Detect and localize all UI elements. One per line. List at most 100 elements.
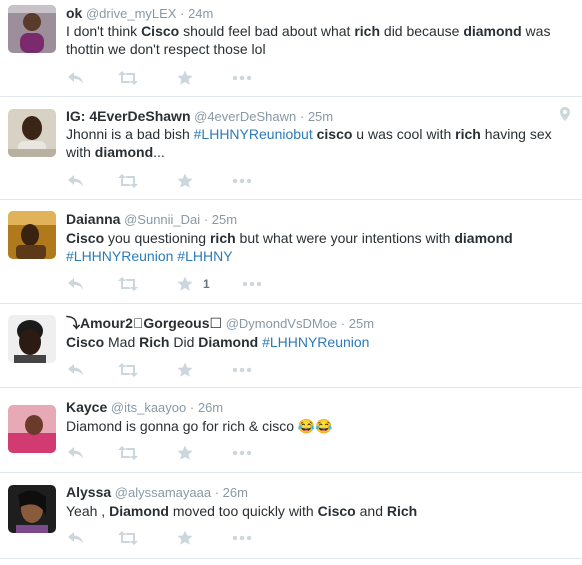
hashtag-link[interactable]: #LHHNYReuniobut: [194, 126, 313, 142]
tweet-header: ⤵Amour2⃣Gorgeous☐ @DymondVsDMoe · 25m: [66, 314, 374, 333]
reply-button[interactable]: [68, 444, 84, 462]
display-name[interactable]: ok: [66, 5, 82, 21]
user-handle[interactable]: @drive_myLEX: [86, 6, 177, 21]
highlight-term: rich: [354, 23, 381, 39]
tweet-header: IG: 4EverDeShawn @4everDeShawn · 25m: [66, 107, 333, 126]
text-run: and: [355, 503, 387, 519]
hashtag-link[interactable]: #LHHNYReunion: [262, 334, 369, 350]
retweet-icon: [118, 363, 138, 377]
retweet-button[interactable]: [118, 444, 138, 462]
tweet[interactable]: Alyssa @alyssamayaaa · 26m Yeah , Diamon…: [0, 473, 582, 559]
separator-dot: ·: [214, 485, 220, 500]
avatar[interactable]: [8, 109, 56, 157]
reply-icon: [68, 531, 84, 545]
tweet[interactable]: ok @drive_myLEX · 24m I don't think Cisc…: [0, 0, 582, 97]
more-dots-icon: [232, 367, 252, 373]
text-run: did because: [380, 23, 464, 39]
display-name[interactable]: Daianna: [66, 211, 120, 227]
user-handle[interactable]: @DymondVsDMoe: [226, 316, 337, 331]
tweet-text: I don't think Cisco should feel bad abou…: [66, 22, 571, 58]
reply-icon: [68, 174, 84, 188]
avatar[interactable]: [8, 485, 56, 533]
tweet-header: Alyssa @alyssamayaaa · 26m: [66, 483, 248, 502]
retweet-icon: [118, 531, 138, 545]
highlight-term: diamond: [463, 23, 522, 39]
more-button[interactable]: [232, 444, 252, 462]
user-handle[interactable]: @its_kaayoo: [111, 400, 186, 415]
tweet-text: Cisco Mad Rich Did Diamond #LHHNYReunion: [66, 333, 571, 351]
display-name[interactable]: Alyssa: [66, 484, 111, 500]
tweet-text: Cisco you questioning rich but what were…: [66, 229, 571, 265]
highlight-term: Cisco: [141, 23, 180, 39]
text-run: moved too quickly with: [168, 503, 318, 519]
hashtag-link[interactable]: #LHHNYReunion: [66, 248, 173, 264]
more-button[interactable]: [232, 172, 252, 190]
more-button[interactable]: [232, 529, 252, 547]
star-icon: [177, 530, 193, 546]
separator-dot: ·: [340, 316, 346, 331]
tweet[interactable]: ⤵Amour2⃣Gorgeous☐ @DymondVsDMoe · 25m Ci…: [0, 304, 582, 388]
display-name[interactable]: ⤵Amour2⃣Gorgeous☐: [66, 315, 222, 331]
user-handle[interactable]: @4everDeShawn: [194, 109, 296, 124]
favorite-button[interactable]: [177, 444, 193, 462]
favorite-button[interactable]: [177, 529, 193, 547]
retweet-icon: [118, 71, 138, 85]
user-handle[interactable]: @Sunnii_Dai: [124, 212, 200, 227]
retweet-button[interactable]: [118, 172, 138, 190]
retweet-button[interactable]: [118, 69, 138, 87]
tweet[interactable]: Daianna @Sunnii_Dai · 25m Cisco you ques…: [0, 200, 582, 304]
avatar[interactable]: [8, 211, 56, 259]
more-dots-icon: [232, 75, 252, 81]
reply-button[interactable]: [68, 69, 84, 87]
more-button[interactable]: [232, 69, 252, 87]
display-name[interactable]: IG: 4EverDeShawn: [66, 108, 191, 124]
tweet-header: Daianna @Sunnii_Dai · 25m: [66, 210, 237, 229]
star-icon: [177, 362, 193, 378]
retweet-icon: [118, 277, 138, 291]
timestamp[interactable]: 26m: [223, 485, 248, 500]
highlight-term: diamond: [454, 230, 513, 246]
retweet-button[interactable]: [118, 361, 138, 379]
retweet-icon: [118, 446, 138, 460]
text-run: Diamond is gonna go for rich & cisco 😂😂: [66, 418, 333, 434]
timestamp[interactable]: 26m: [198, 400, 223, 415]
favorite-button[interactable]: [177, 172, 193, 190]
more-button[interactable]: [232, 361, 252, 379]
favorite-button[interactable]: [177, 69, 193, 87]
reply-button[interactable]: [68, 172, 84, 190]
timestamp[interactable]: 25m: [308, 109, 333, 124]
tweet-text: Diamond is gonna go for rich & cisco 😂😂: [66, 417, 571, 435]
favorite-button[interactable]: [177, 361, 193, 379]
reply-button[interactable]: [68, 529, 84, 547]
tweet[interactable]: IG: 4EverDeShawn @4everDeShawn · 25m Jho…: [0, 97, 582, 200]
text-run: Did: [169, 334, 199, 350]
user-handle[interactable]: @alyssamayaaa: [115, 485, 211, 500]
text-run: I don't think: [66, 23, 142, 39]
favorite-button[interactable]: 1: [177, 275, 210, 293]
timestamp[interactable]: 25m: [212, 212, 237, 227]
retweet-button[interactable]: [118, 275, 138, 293]
display-name[interactable]: Kayce: [66, 399, 107, 415]
timestamp[interactable]: 24m: [188, 6, 213, 21]
tweet-header: ok @drive_myLEX · 24m: [66, 4, 213, 23]
reply-button[interactable]: [68, 361, 84, 379]
text-run: u was cool with: [352, 126, 456, 142]
avatar[interactable]: [8, 315, 56, 363]
star-icon: [177, 173, 193, 189]
highlight-term: Rich: [386, 503, 418, 519]
avatar[interactable]: [8, 5, 56, 53]
retweet-icon: [118, 174, 138, 188]
reply-icon: [68, 71, 84, 85]
avatar[interactable]: [8, 405, 56, 453]
more-button[interactable]: [242, 275, 262, 293]
text-run: Jhonni is a bad bish: [66, 126, 194, 142]
timestamp[interactable]: 25m: [349, 316, 374, 331]
tweet-feed: ok @drive_myLEX · 24m I don't think Cisc…: [0, 0, 582, 565]
retweet-button[interactable]: [118, 529, 138, 547]
tweet[interactable]: Kayce @its_kaayoo · 26m Diamond is gonna…: [0, 388, 582, 473]
location-pin-icon[interactable]: [560, 107, 570, 126]
hashtag-link[interactable]: #LHHNY: [177, 248, 232, 264]
separator-dot: ·: [189, 400, 195, 415]
reply-button[interactable]: [68, 275, 84, 293]
reply-icon: [68, 363, 84, 377]
